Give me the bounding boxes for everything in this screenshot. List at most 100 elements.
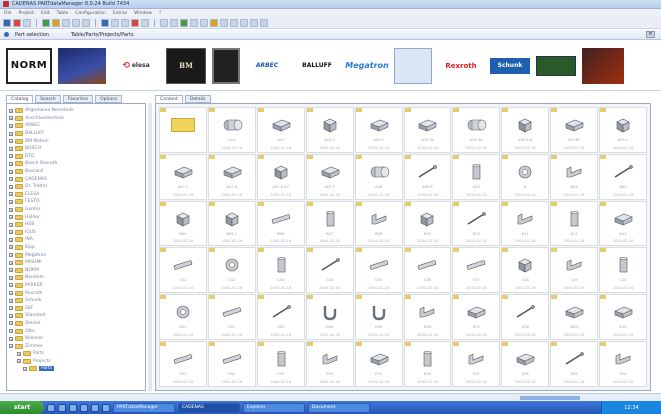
taskbar-item[interactable]: Explorer	[243, 402, 305, 413]
part-thumbnail[interactable]: C06 2004-02-16	[403, 247, 452, 294]
expand-icon[interactable]: +	[9, 161, 13, 166]
part-thumbnail[interactable]: C04 2004-02-16	[305, 247, 354, 294]
part-thumbnail[interactable]: A02 2004-02-16	[256, 107, 305, 153]
tree-item[interactable]: + Parts	[9, 365, 143, 373]
copy-icon[interactable]	[72, 18, 80, 27]
logo-bm[interactable]: BM	[166, 47, 206, 84]
quicklaunch-icon[interactable]	[102, 403, 110, 412]
save-icon[interactable]	[23, 18, 31, 27]
part-thumbnail[interactable]: A05-4A 2004-02-16	[452, 107, 501, 153]
part-thumbnail[interactable]: A10 2004-02-16	[452, 153, 501, 200]
expand-icon[interactable]: +	[9, 116, 13, 121]
part-thumbnail[interactable]: D03 2004-02-16	[256, 294, 305, 341]
part-thumbnail[interactable]: C08 2004-02-16	[501, 247, 550, 294]
part-thumbnail[interactable]: B04 2004-02-16	[159, 200, 207, 247]
taskbar-item[interactable]: PARTdataManager	[113, 402, 175, 413]
tree-item[interactable]: + Allgemeine Normteile	[9, 107, 143, 115]
part-thumbnail[interactable]: E02 2004-02-16	[207, 341, 256, 387]
part-thumbnail[interactable]: D07 2004-02-16	[452, 294, 501, 341]
part-thumbnail[interactable]: E07 2004-02-16	[452, 341, 501, 387]
expand-icon[interactable]: +	[17, 359, 21, 364]
expand-icon[interactable]: +	[9, 207, 13, 212]
tree-item[interactable]: + CADENAS	[9, 175, 143, 183]
tree-item[interactable]: + Kipp	[9, 244, 143, 252]
part-thumbnail[interactable]: A04-2 2004-02-16	[354, 107, 403, 153]
menu-edit[interactable]: Edit	[41, 11, 50, 16]
logo-norm[interactable]: NORM	[6, 47, 52, 84]
part-thumbnail[interactable]: A09-P 2004-02-16	[403, 153, 452, 200]
expand-icon[interactable]: +	[9, 291, 13, 296]
tree-item[interactable]: + Schunk	[9, 297, 143, 305]
delete-icon[interactable]	[131, 18, 139, 27]
tree-item[interactable]: + SKF	[9, 304, 143, 312]
tree-item[interactable]: + BTO	[9, 153, 143, 161]
taskbar-item[interactable]: CADENAS	[178, 402, 240, 413]
menu-help[interactable]: ?	[159, 11, 161, 16]
tool-icon[interactable]	[230, 18, 238, 27]
part-thumbnail[interactable]: D05 2004-02-16	[354, 294, 403, 341]
menu-project[interactable]: Project	[19, 11, 34, 16]
part-thumbnail[interactable]: A07-D 2004-02-16	[207, 153, 256, 200]
part-thumbnail[interactable]: C05 2004-02-16	[354, 247, 403, 294]
tree-item[interactable]: + BOSCH	[9, 145, 143, 153]
part-thumbnail[interactable]: E04 2004-02-16	[305, 341, 354, 387]
expand-icon[interactable]: +	[9, 146, 13, 151]
logo-catalog-red[interactable]	[582, 47, 624, 84]
logo-elesa[interactable]: ⟲ elesa	[112, 48, 160, 84]
help-icon[interactable]	[260, 18, 268, 27]
part-thumbnail[interactable]: E08 2004-02-16	[501, 341, 550, 387]
tab-details[interactable]: Details	[184, 95, 211, 103]
expand-icon[interactable]: +	[9, 222, 13, 227]
part-thumbnail[interactable]: B07 2004-02-16	[305, 200, 354, 247]
quicklaunch-icon[interactable]	[58, 403, 66, 412]
logo-selected-catalog[interactable]	[394, 47, 432, 84]
expand-icon[interactable]: +	[9, 321, 13, 326]
quicklaunch-icon[interactable]	[47, 403, 55, 412]
taskbar-item[interactable]: Document	[308, 402, 370, 413]
tree-item[interactable]: + Wiesner	[9, 335, 143, 343]
properties-icon[interactable]	[141, 18, 149, 27]
tool-icon[interactable]	[250, 18, 258, 27]
expand-icon[interactable]: +	[9, 108, 13, 113]
part-thumbnail[interactable]: A05-4-B 2004-02-16	[501, 107, 550, 153]
part-thumbnail[interactable]: D08 2004-02-16	[501, 294, 550, 341]
part-thumbnail[interactable]: D02 2004-02-16	[207, 294, 256, 341]
part-thumbnail[interactable]: D10 2004-02-16	[599, 294, 647, 341]
part-thumbnail[interactable]: B08 2004-02-16	[354, 200, 403, 247]
expand-icon[interactable]: +	[9, 192, 13, 197]
tree-item[interactable]: + Bosch Rexroth	[9, 160, 143, 168]
tab-favorites[interactable]: Favorites	[62, 95, 94, 103]
part-thumbnail[interactable]: D06 2004-02-16	[403, 294, 452, 341]
tool-icon[interactable]	[220, 18, 228, 27]
tool-icon[interactable]	[170, 18, 178, 27]
quicklaunch-icon[interactable]	[69, 403, 77, 412]
tree-item[interactable]: + IGUS	[9, 229, 143, 237]
menu-configuration[interactable]: Configuration	[75, 11, 106, 16]
logo-catalog-image[interactable]	[58, 47, 106, 84]
expand-icon[interactable]: +	[9, 344, 13, 349]
tree-item[interactable]: + PARKER	[9, 282, 143, 290]
new-icon[interactable]	[3, 18, 11, 27]
expand-icon[interactable]: +	[9, 123, 13, 128]
expand-icon[interactable]: +	[9, 268, 13, 273]
tab-search[interactable]: Search	[35, 95, 61, 103]
export-icon[interactable]	[180, 18, 188, 27]
tree-item[interactable]: + BALLUFF	[9, 130, 143, 138]
tree-item[interactable]: + MISUMI	[9, 259, 143, 267]
zoom-icon[interactable]	[111, 18, 119, 27]
tree-item[interactable]: + NORM	[9, 266, 143, 274]
expand-icon[interactable]: +	[9, 215, 13, 220]
tree-item[interactable]: + Dr. Tretter	[9, 183, 143, 191]
expand-icon[interactable]: +	[9, 230, 13, 235]
refresh-icon[interactable]	[42, 18, 50, 27]
paste-icon[interactable]	[82, 18, 90, 27]
part-thumbnail[interactable]: E01 2004-02-16	[159, 341, 207, 387]
part-thumbnail[interactable]: C03 2004-02-16	[256, 247, 305, 294]
menu-file[interactable]: File	[4, 11, 12, 16]
tab-content[interactable]: Content	[155, 95, 183, 103]
part-thumbnail[interactable]: B05-1 2004-02-16	[207, 200, 256, 247]
part-thumbnail[interactable]: E10 2004-02-16	[599, 341, 647, 387]
close-icon[interactable]: ×	[646, 31, 655, 38]
part-thumbnail[interactable]: E09 2004-02-16	[550, 341, 599, 387]
catalog-tree[interactable]: + Allgemeine Normteile + Anschlusstechnik + A…	[6, 103, 146, 391]
